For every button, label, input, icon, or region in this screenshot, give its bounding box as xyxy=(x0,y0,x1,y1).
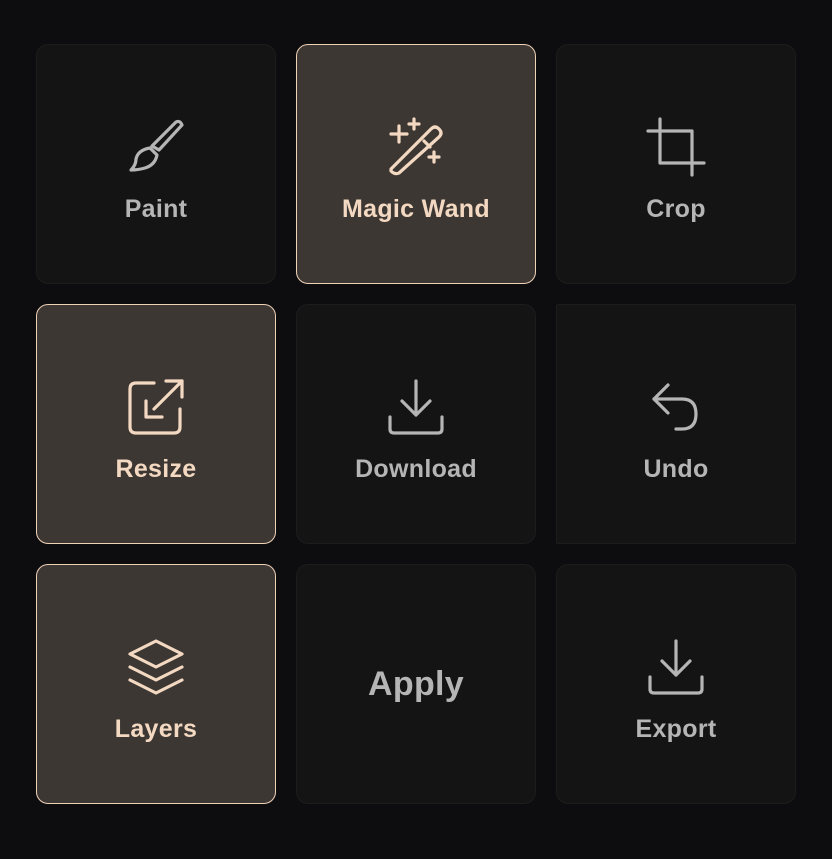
layers-tool-button[interactable]: Layers xyxy=(36,564,276,804)
download-tool-button[interactable]: Download xyxy=(296,304,536,544)
resize-tool-button[interactable]: Resize xyxy=(36,304,276,544)
download-icon xyxy=(386,377,446,437)
download-label: Download xyxy=(355,454,477,483)
crop-label: Crop xyxy=(646,194,706,223)
export-label: Export xyxy=(635,714,717,743)
magic-wand-label: Magic Wand xyxy=(342,194,490,223)
resize-icon xyxy=(126,377,186,437)
paintbrush-icon xyxy=(126,117,186,177)
export-tool-button[interactable]: Export xyxy=(556,564,796,804)
undo-tool-button[interactable]: Undo xyxy=(556,304,796,544)
magic-wand-icon xyxy=(386,116,446,177)
apply-label: Apply xyxy=(368,665,464,703)
paint-tool-button[interactable]: Paint xyxy=(36,44,276,284)
tool-grid: Paint Magic Wand Crop Resize Download Un… xyxy=(36,44,796,804)
crop-icon xyxy=(646,116,706,177)
apply-button[interactable]: Apply xyxy=(296,564,536,804)
undo-label: Undo xyxy=(643,454,709,483)
export-icon xyxy=(646,637,706,697)
paint-label: Paint xyxy=(124,194,188,223)
layers-label: Layers xyxy=(114,714,198,743)
magic-wand-tool-button[interactable]: Magic Wand xyxy=(296,44,536,284)
crop-tool-button[interactable]: Crop xyxy=(556,44,796,284)
layers-icon xyxy=(126,637,186,697)
resize-label: Resize xyxy=(115,454,197,483)
undo-icon xyxy=(646,377,706,437)
